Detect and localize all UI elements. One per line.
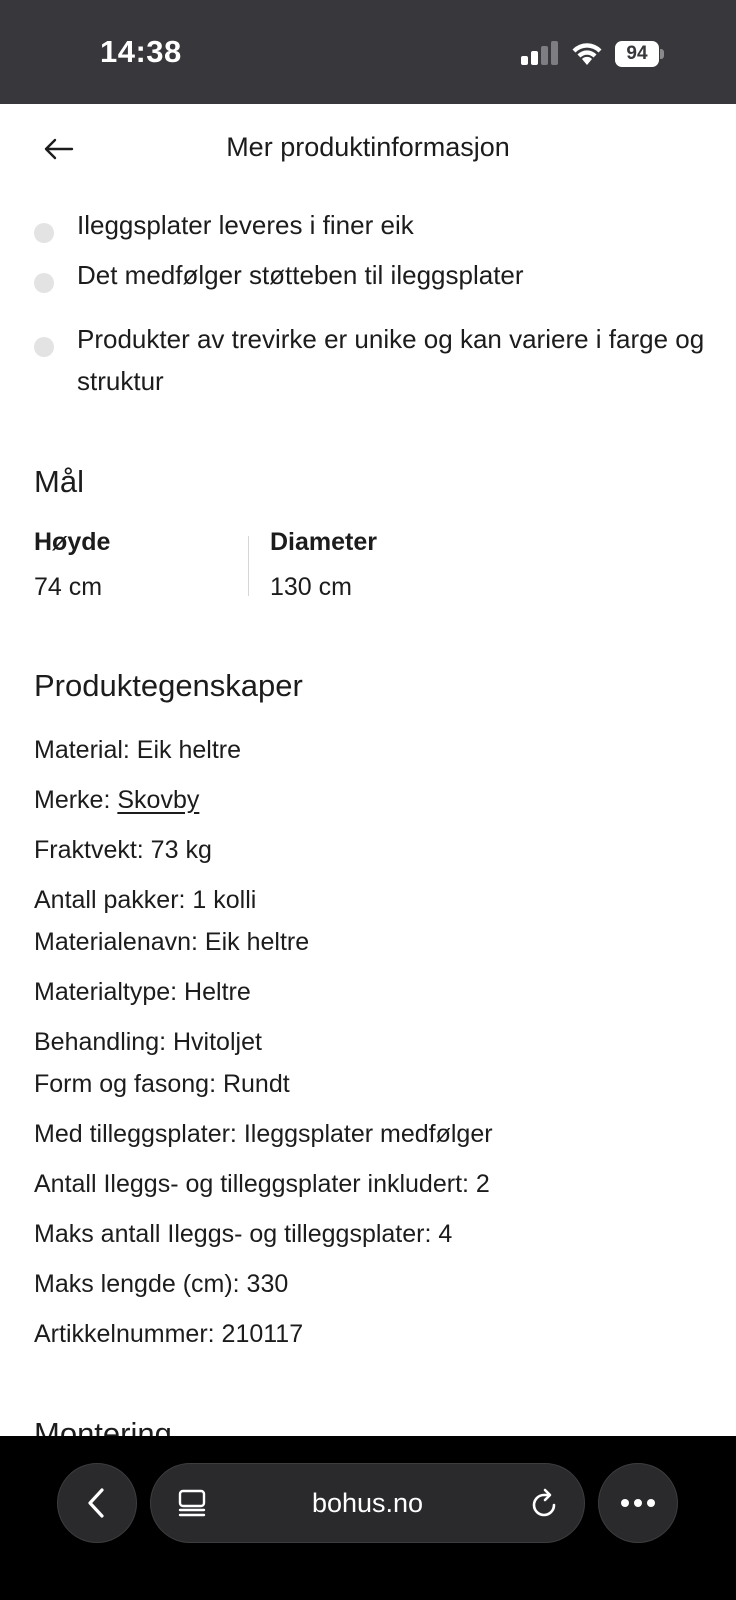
- battery-level: 94: [615, 41, 659, 67]
- list-item: Ileggsplater leveres i finer eik: [34, 204, 714, 246]
- more-dots-icon: [621, 1499, 655, 1507]
- bullet-text: Ileggsplater leveres i finer eik: [77, 210, 414, 240]
- wifi-icon: [572, 43, 602, 65]
- cellular-signal-icon: [521, 41, 559, 65]
- property-article-number: Artikkelnummer: 210117: [34, 1320, 304, 1348]
- property-material-type: Materialtype: Heltre: [34, 978, 251, 1006]
- page-header: Mer produktinformasjon: [0, 104, 736, 196]
- property-brand: Merke: Skovby: [34, 786, 199, 815]
- property-material-name: Materialenavn: Eik heltre: [34, 928, 310, 956]
- diameter-value: 130 cm: [270, 573, 352, 601]
- bullet-text: Det medfølger støtteben til ileggsplater: [77, 260, 524, 290]
- bullet-text: Produkter av trevirke er unike og kan va…: [77, 324, 705, 396]
- diameter-column: Diameter 130 cm: [270, 528, 377, 602]
- property-shape: Form og fasong: Rundt: [34, 1070, 290, 1098]
- dimension-divider: [248, 536, 249, 596]
- brand-link[interactable]: Skovby: [117, 786, 199, 814]
- browser-back-button[interactable]: [57, 1463, 137, 1543]
- property-material: Material: Eik heltre: [34, 736, 242, 764]
- height-value: 74 cm: [34, 573, 103, 601]
- battery-icon: 94: [615, 41, 664, 67]
- property-leaves-included: Antall Ileggs- og tilleggsplater inklude…: [34, 1170, 490, 1198]
- list-item: Produkter av trevirke er unike og kan va…: [34, 318, 714, 402]
- bullet-dot: [34, 273, 54, 293]
- diameter-label: Diameter: [270, 528, 377, 556]
- bullet-dot: [34, 223, 54, 243]
- properties-heading: Produktegenskaper: [34, 668, 303, 703]
- browser-toolbar: bohus.no: [0, 1436, 736, 1600]
- list-item: Det medfølger støtteben til ileggsplater: [34, 254, 714, 296]
- status-time: 14:38: [100, 34, 182, 69]
- property-packages: Antall pakker: 1 kolli: [34, 886, 257, 914]
- product-info-content: Ileggsplater leveres i finer eik Det med…: [0, 196, 736, 1436]
- dimensions-heading: Mål: [34, 464, 84, 499]
- property-max-leaves: Maks antall Ileggs- og tilleggsplater: 4: [34, 1220, 453, 1248]
- status-bar: 14:38 94: [0, 0, 736, 104]
- browser-more-button[interactable]: [598, 1463, 678, 1543]
- height-label: Høyde: [34, 528, 111, 556]
- chevron-left-icon: [88, 1488, 104, 1518]
- reload-icon[interactable]: [528, 1486, 560, 1520]
- property-max-length: Maks lengde (cm): 330: [34, 1270, 289, 1298]
- property-treatment: Behandling: Hvitoljet: [34, 1028, 262, 1056]
- page-title: Mer produktinformasjon: [226, 132, 510, 162]
- property-extension-leaves: Med tilleggsplater: Ileggsplater medfølg…: [34, 1120, 493, 1148]
- property-freight-weight: Fraktvekt: 73 kg: [34, 836, 212, 864]
- assembly-heading[interactable]: Montering: [34, 1416, 172, 1436]
- height-column: Høyde 74 cm: [34, 528, 110, 602]
- brand-prefix: Merke:: [34, 786, 118, 814]
- bullet-dot: [34, 337, 54, 357]
- address-bar[interactable]: bohus.no: [150, 1463, 585, 1543]
- url-text: bohus.no: [311, 1488, 424, 1518]
